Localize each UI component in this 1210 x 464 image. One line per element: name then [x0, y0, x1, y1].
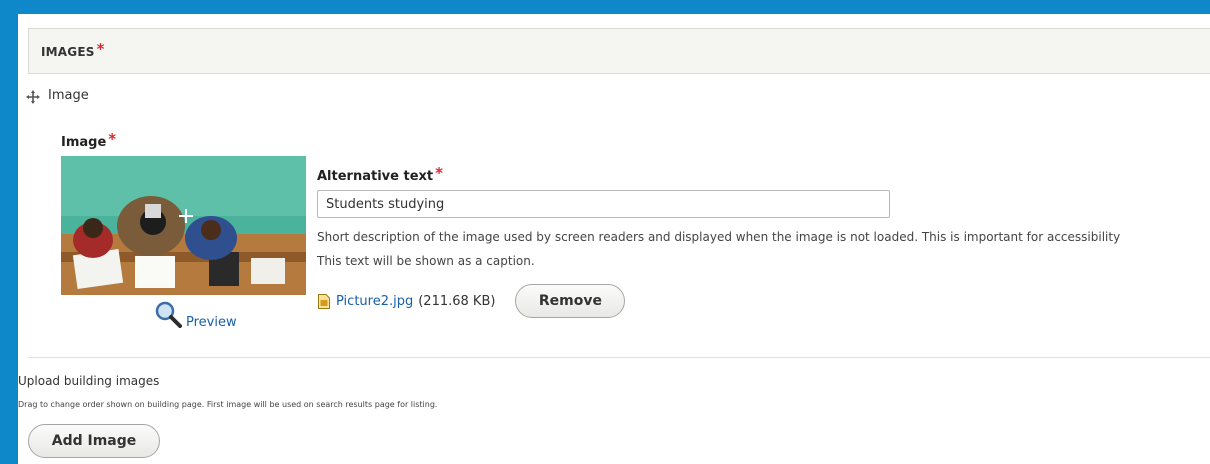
file-link[interactable]: Picture2.jpg — [336, 294, 413, 309]
upload-label: Upload building images — [18, 374, 160, 388]
magnifier-icon — [154, 300, 182, 332]
remove-button[interactable]: Remove — [515, 284, 626, 318]
image-file-icon — [318, 293, 330, 309]
alt-text-description: Short description of the image used by s… — [317, 230, 1121, 244]
images-panel: IMAGES * Image Image * Preview Alternati… — [18, 14, 1210, 464]
required-mark: * — [435, 164, 443, 182]
divider — [28, 357, 1210, 358]
required-mark: * — [96, 40, 105, 58]
window-frame-left — [0, 0, 18, 464]
alt-text-input[interactable] — [317, 190, 890, 218]
add-image-button[interactable]: Add Image — [28, 424, 160, 458]
required-mark: * — [108, 130, 117, 148]
image-field-label-text: Image — [61, 135, 107, 150]
section-title: IMAGES * — [41, 40, 105, 60]
file-row: Picture2.jpg (211.68 KB) Remove — [318, 284, 626, 318]
file-size: (211.68 KB) — [418, 293, 496, 309]
image-item-row: Image — [26, 88, 89, 104]
section-header: IMAGES * — [28, 28, 1210, 74]
preview-area: Preview — [154, 300, 237, 332]
drag-handle-icon[interactable] — [26, 89, 40, 104]
caption-note: This text will be shown as a caption. — [317, 254, 535, 268]
image-field-label: Image * — [61, 130, 117, 150]
image-thumbnail — [61, 156, 306, 295]
section-title-text: IMAGES — [41, 45, 95, 59]
alt-text-label-text: Alternative text — [317, 169, 434, 184]
alt-text-label: Alternative text * — [317, 164, 443, 184]
preview-link[interactable]: Preview — [186, 315, 237, 330]
window-frame-top — [0, 0, 1210, 14]
image-item-label: Image — [48, 88, 89, 103]
upload-description: Drag to change order shown on building p… — [18, 400, 438, 409]
